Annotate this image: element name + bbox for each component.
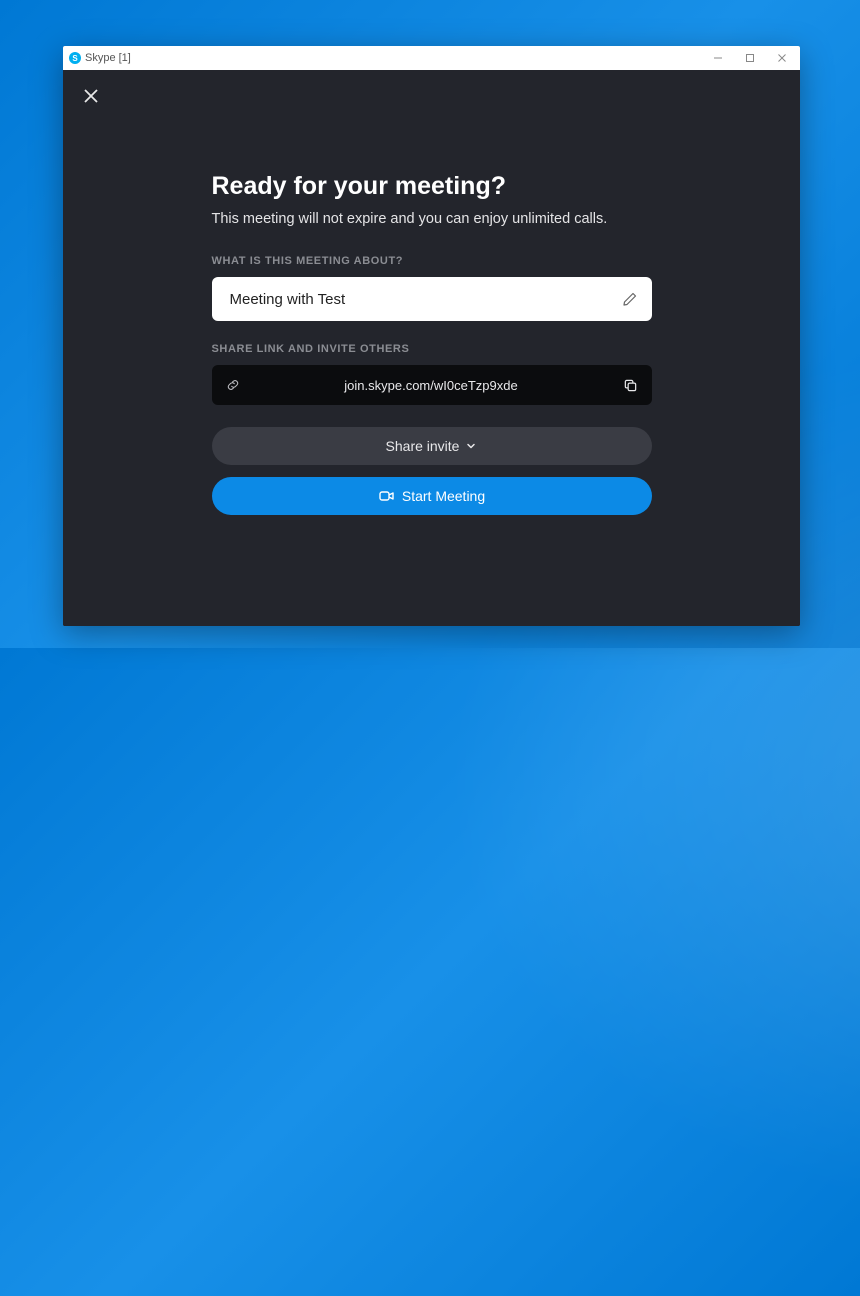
minimize-button[interactable] bbox=[702, 46, 734, 70]
pencil-icon[interactable] bbox=[622, 291, 638, 307]
start-meeting-label: Start Meeting bbox=[402, 488, 485, 504]
window-close-button[interactable] bbox=[766, 46, 798, 70]
meeting-name-field[interactable] bbox=[212, 277, 652, 321]
share-link-text: join.skype.com/wI0ceTzp9xde bbox=[240, 378, 623, 393]
skype-window: S Skype [1] Ready for your meeting? This… bbox=[63, 46, 800, 626]
close-icon[interactable] bbox=[83, 88, 99, 104]
share-invite-button[interactable]: Share invite bbox=[212, 427, 652, 465]
maximize-button[interactable] bbox=[734, 46, 766, 70]
skype-icon: S bbox=[69, 52, 81, 64]
window-controls bbox=[702, 46, 798, 70]
copy-icon[interactable] bbox=[623, 378, 638, 393]
share-link-field: join.skype.com/wI0ceTzp9xde bbox=[212, 365, 652, 405]
window-title: Skype [1] bbox=[85, 52, 702, 64]
share-invite-label: Share invite bbox=[386, 438, 460, 454]
video-icon bbox=[378, 487, 396, 505]
meeting-name-label: WHAT IS THIS MEETING ABOUT? bbox=[212, 255, 652, 267]
start-meeting-button[interactable]: Start Meeting bbox=[212, 477, 652, 515]
chevron-down-icon bbox=[465, 440, 477, 452]
page-heading: Ready for your meeting? bbox=[212, 172, 652, 201]
share-link-label: SHARE LINK AND INVITE OTHERS bbox=[212, 343, 652, 355]
page-subheading: This meeting will not expire and you can… bbox=[212, 211, 652, 227]
meeting-name-input[interactable] bbox=[230, 291, 622, 308]
meeting-setup-panel: Ready for your meeting? This meeting wil… bbox=[212, 86, 652, 515]
app-body: Ready for your meeting? This meeting wil… bbox=[63, 70, 800, 626]
link-icon bbox=[226, 378, 240, 392]
titlebar[interactable]: S Skype [1] bbox=[63, 46, 800, 70]
